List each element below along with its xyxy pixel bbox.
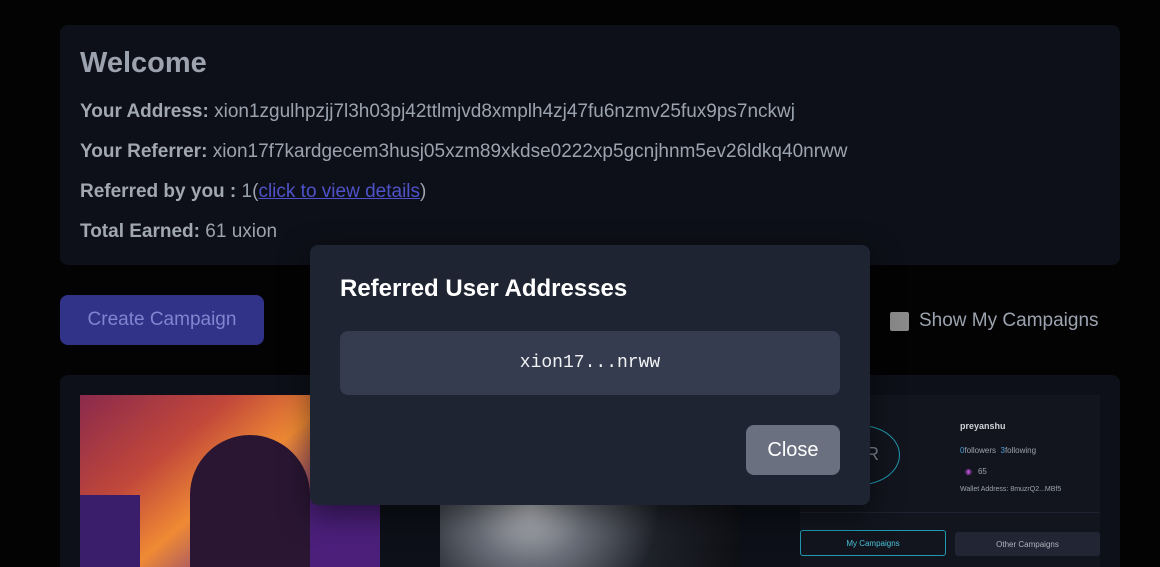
close-button[interactable]: Close [746,425,840,475]
referred-users-modal: Referred User Addresses xion17...nrww Cl… [310,245,870,505]
modal-title: Referred User Addresses [340,275,628,302]
referred-address-item: xion17...nrww [340,331,840,395]
dashboard-page: Welcome Your Address: xion1zgulhpzjj7l3h… [0,0,1160,567]
